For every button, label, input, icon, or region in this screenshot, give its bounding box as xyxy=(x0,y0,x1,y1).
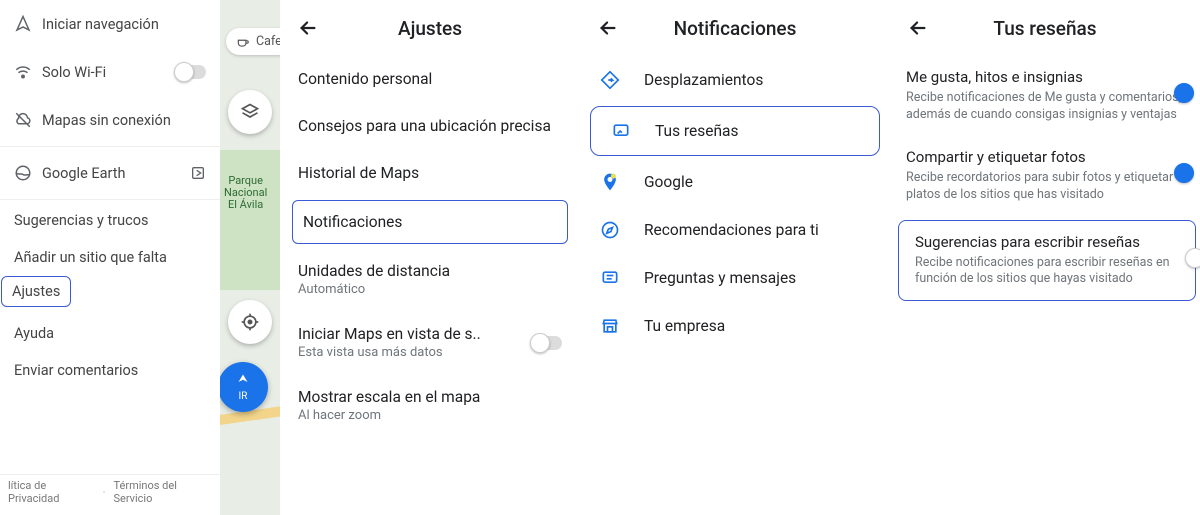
drawer-item-offline-maps[interactable]: Mapas sin conexión xyxy=(0,96,220,144)
google-pin-icon xyxy=(598,172,622,192)
fab-label: IR xyxy=(239,391,248,402)
pref-desc: Recibe recordatorios para subir fotos y … xyxy=(906,170,1182,204)
divider xyxy=(0,199,220,200)
chip-label: Cafet xyxy=(256,34,280,49)
drawer-item-add-place[interactable]: Añadir un sitio que falta xyxy=(0,239,220,276)
notif-row-label: Preguntas y mensajes xyxy=(644,269,796,287)
notif-row-recommendations[interactable]: Recomendaciones para ti xyxy=(580,206,890,254)
drawer-item-settings[interactable]: Ajustes xyxy=(1,276,71,307)
coffee-icon xyxy=(236,35,250,49)
appbar-title: Notificaciones xyxy=(626,17,880,40)
settings-screen: Ajustes Contenido personal Consejos para… xyxy=(280,0,580,515)
pref-row-likes[interactable]: Me gusta, hitos e insignias Recibe notif… xyxy=(890,56,1200,136)
drawer-footer: lítica de Privacidad · Términos del Serv… xyxy=(0,474,220,509)
settings-row-maps-history[interactable]: Historial de Maps xyxy=(280,150,580,196)
drawer-item-label: Iniciar navegación xyxy=(42,16,206,33)
row-title: Unidades de distancia xyxy=(298,262,562,280)
earth-icon xyxy=(14,164,42,182)
drawer-item-feedback[interactable]: Enviar comentarios xyxy=(0,352,220,389)
drawer-item-start-navigation[interactable]: Iniciar navegación xyxy=(0,0,220,48)
compass-icon xyxy=(598,220,622,240)
back-button[interactable] xyxy=(590,17,626,39)
appbar: Notificaciones xyxy=(580,0,890,56)
notif-row-label: Tus reseñas xyxy=(655,122,738,140)
drawer-item-wifi-only[interactable]: Solo Wi-Fi xyxy=(0,48,220,96)
my-location-button[interactable] xyxy=(228,300,272,344)
pref-title: Compartir y etiquetar fotos xyxy=(906,148,1182,166)
wifi-icon xyxy=(14,63,42,81)
nav-drawer: Iniciar navegación Solo Wi-Fi Mapas sin … xyxy=(0,0,220,515)
category-chip-cafeterias[interactable]: Cafet xyxy=(226,28,280,55)
navigate-fab[interactable]: IR xyxy=(220,362,268,412)
row-title: Iniciar Maps en vista de s.. xyxy=(298,325,520,343)
notif-row-your-reviews[interactable]: Tus reseñas xyxy=(590,106,880,156)
layers-button[interactable] xyxy=(228,90,272,134)
your-reviews-screen: Tus reseñas Me gusta, hitos e insignias … xyxy=(890,0,1200,515)
notif-row-commute[interactable]: Desplazamientos xyxy=(580,56,890,104)
appbar: Ajustes xyxy=(280,0,580,56)
drawer-item-tips[interactable]: Sugerencias y trucos xyxy=(0,202,220,239)
drawer-item-label: Mapas sin conexión xyxy=(42,112,206,129)
notif-row-label: Google xyxy=(644,173,693,191)
drawer-item-google-earth[interactable]: Google Earth xyxy=(0,149,220,197)
map-background-sliver: ParqueNacionalEl Ávila Cafet IR xyxy=(220,0,280,515)
drawer-item-label: Google Earth xyxy=(42,165,190,182)
back-button[interactable] xyxy=(290,17,326,39)
open-external-icon xyxy=(190,165,206,181)
pref-desc: Recibe notificaciones de Me gusta y come… xyxy=(906,90,1182,124)
cloud-off-icon xyxy=(14,111,42,129)
navigation-arrow-icon xyxy=(14,15,42,33)
settings-row-distance-units[interactable]: Unidades de distancia Automático xyxy=(280,248,580,311)
notif-row-label: Recomendaciones para ti xyxy=(644,221,819,239)
pref-title: Me gusta, hitos e insignias xyxy=(906,68,1182,86)
appbar-title: Ajustes xyxy=(326,17,570,40)
row-title: Mostrar escala en el mapa xyxy=(298,388,562,406)
directions-icon xyxy=(598,70,622,90)
dot-separator: · xyxy=(103,486,106,499)
notif-row-questions[interactable]: Preguntas y mensajes xyxy=(580,254,890,302)
privacy-link[interactable]: lítica de Privacidad xyxy=(8,479,95,505)
drawer-item-help[interactable]: Ayuda xyxy=(0,315,220,352)
map-greenery xyxy=(220,150,280,290)
pref-title: Sugerencias para escribir reseñas xyxy=(915,233,1177,251)
map-park-label: ParqueNacionalEl Ávila xyxy=(224,175,267,211)
storefront-icon xyxy=(598,316,622,336)
row-subtitle: Esta vista usa más datos xyxy=(298,345,520,360)
notif-row-label: Desplazamientos xyxy=(644,71,763,89)
divider xyxy=(0,146,220,147)
settings-row-location-tips[interactable]: Consejos para una ubicación precisa xyxy=(280,102,580,150)
pref-row-review-suggestions[interactable]: Sugerencias para escribir reseñas Recibe… xyxy=(898,220,1196,302)
pref-row-share-photos[interactable]: Compartir y etiquetar fotos Recibe recor… xyxy=(890,136,1200,216)
notif-row-business[interactable]: Tu empresa xyxy=(580,302,890,350)
notifications-screen: Notificaciones Desplazamientos Tus reseñ… xyxy=(580,0,890,515)
settings-row-show-scale[interactable]: Mostrar escala en el mapa Al hacer zoom xyxy=(280,374,580,437)
back-button[interactable] xyxy=(900,17,936,39)
settings-row-notifications[interactable]: Notificaciones xyxy=(292,200,568,244)
settings-row-start-view[interactable]: Iniciar Maps en vista de s.. Esta vista … xyxy=(280,311,580,374)
start-view-toggle[interactable] xyxy=(532,336,562,350)
drawer-item-label: Solo Wi-Fi xyxy=(42,64,176,81)
notif-row-label: Tu empresa xyxy=(644,317,725,335)
row-subtitle: Automático xyxy=(298,282,562,297)
notif-row-google[interactable]: Google xyxy=(580,158,890,206)
chat-icon xyxy=(598,268,622,288)
appbar-title: Tus reseñas xyxy=(936,17,1190,40)
review-icon xyxy=(609,121,633,141)
pref-desc: Recibe notificaciones para escribir rese… xyxy=(915,255,1177,289)
settings-row-personal-content[interactable]: Contenido personal xyxy=(280,56,580,102)
appbar: Tus reseñas xyxy=(890,0,1200,56)
terms-link[interactable]: Términos del Servicio xyxy=(113,479,212,505)
row-subtitle: Al hacer zoom xyxy=(298,408,562,423)
wifi-only-toggle[interactable] xyxy=(176,65,206,79)
